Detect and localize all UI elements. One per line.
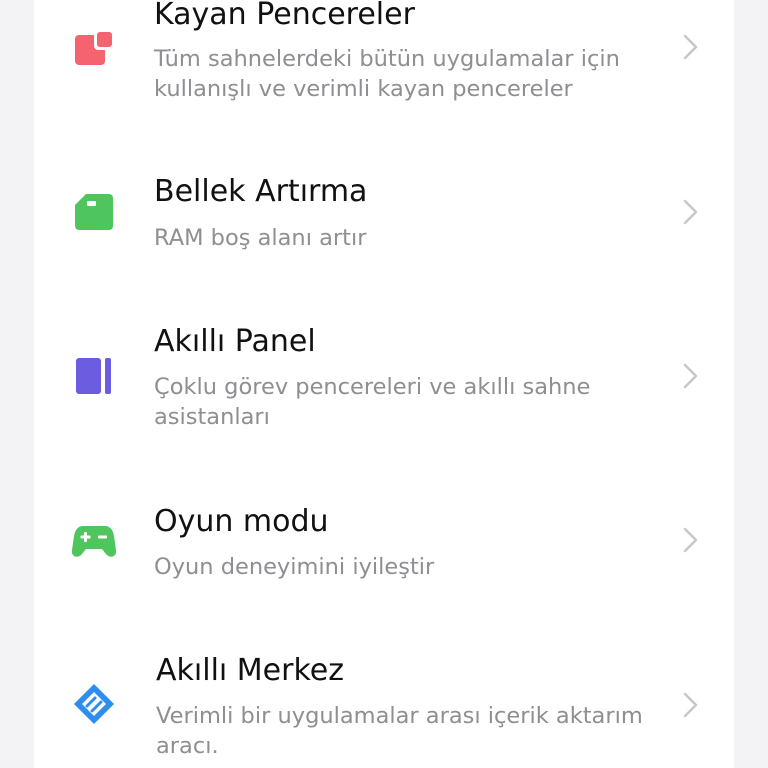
item-title: Bellek Artırma (154, 174, 368, 209)
memory-card-icon (72, 190, 116, 234)
item-description: Tüm sahnelerdeki bütün uygulamalar için … (154, 46, 620, 102)
item-title: Oyun modu (154, 504, 329, 539)
floating-window-icon (72, 28, 116, 72)
item-description: Oyun deneyimini iyileştir (154, 554, 435, 580)
chevron-right-icon (682, 691, 700, 719)
smart-sidebar-icon (72, 354, 116, 398)
smart-hub-icon (72, 682, 116, 726)
gamepad-icon (72, 518, 116, 562)
item-title: Akıllı Merkez (156, 653, 344, 688)
item-title: Kayan Pencereler (154, 0, 415, 32)
item-description: Verimli bir uygulamalar arası içerik akt… (156, 703, 643, 759)
chevron-right-icon (682, 362, 700, 390)
list-item-smart-hub[interactable]: Akıllı Merkez Verimli bir uygulamalar ar… (34, 630, 734, 768)
chevron-right-icon (682, 198, 700, 226)
list-item-smart-panel[interactable]: Akıllı Panel Çoklu görev pencereleri ve … (34, 300, 734, 450)
item-description: Çoklu görev pencereleri ve akıllı sahne … (154, 374, 591, 430)
list-item-floating-windows[interactable]: Kayan Pencereler Tüm sahnelerdeki bütün … (34, 0, 734, 130)
list-item-memory-boost[interactable]: Bellek Artırma RAM boş alanı artır (34, 150, 734, 280)
chevron-right-icon (682, 526, 700, 554)
list-item-game-mode[interactable]: Oyun modu Oyun deneyimini iyileştir (34, 480, 734, 610)
chevron-right-icon (682, 33, 700, 61)
item-title: Akıllı Panel (154, 324, 316, 359)
item-description: RAM boş alanı artır (154, 225, 367, 251)
features-list: Kayan Pencereler Tüm sahnelerdeki bütün … (34, 0, 734, 768)
